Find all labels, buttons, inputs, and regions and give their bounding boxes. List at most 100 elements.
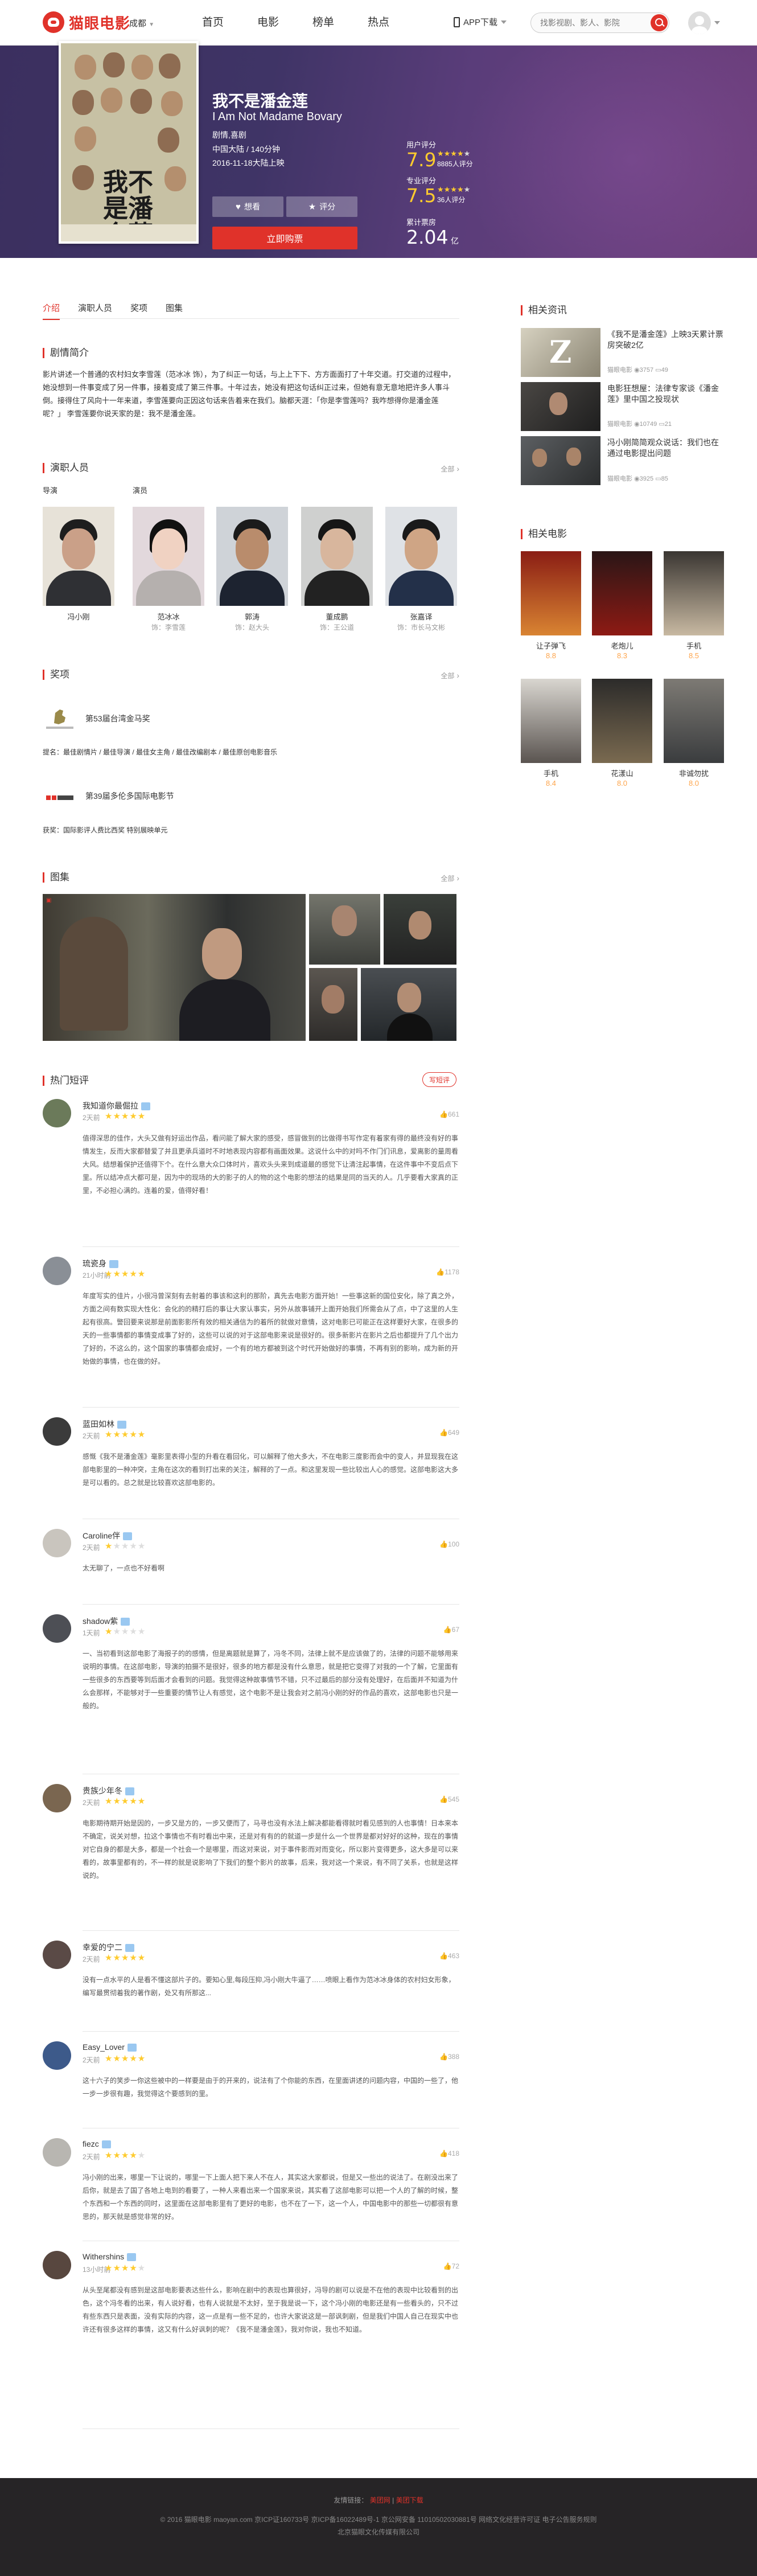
cast-name[interactable]: 董成鹏 xyxy=(301,611,373,622)
like-button[interactable]: 463 xyxy=(439,1952,459,1960)
star-icon: ★ xyxy=(308,202,316,212)
related-poster[interactable] xyxy=(521,551,581,635)
logo-text: 猫眼电影 xyxy=(69,14,131,32)
comment-text: 从头至尾都没有感到是这部电影要表达些什么，影响在剧中的表现也算很好，冯导的剧可以… xyxy=(83,2286,459,2333)
comment-author[interactable]: 蓝田如林 xyxy=(83,1418,126,1430)
comment-author[interactable]: 我知道你最倔拉 xyxy=(83,1100,150,1111)
award-name[interactable]: 第53届台湾金马奖 xyxy=(85,713,150,724)
tab-awards[interactable]: 奖项 xyxy=(130,302,147,320)
write-comment-button[interactable]: 写短评 xyxy=(422,1072,456,1087)
avatar[interactable] xyxy=(43,2041,71,2070)
like-button[interactable]: 100 xyxy=(439,1540,459,1548)
cast-name[interactable]: 冯小刚 xyxy=(43,611,114,622)
news-title[interactable]: 电影狂想屋：法律专家谈《潘金莲》里中国之投现状 xyxy=(607,383,724,405)
gallery-photo-main[interactable]: ▣ xyxy=(43,894,306,1041)
nav-movies[interactable]: 电影 xyxy=(257,15,312,31)
cast-photo[interactable] xyxy=(385,507,457,606)
avatar[interactable] xyxy=(43,2138,71,2167)
award-name[interactable]: 第39届多伦多国际电影节 xyxy=(85,790,174,802)
avatar[interactable] xyxy=(43,1614,71,1643)
pro-rating: 专业评分 7.5 ★★★★★ 36人评分 xyxy=(406,175,470,206)
app-download[interactable]: APP下载 xyxy=(454,16,507,28)
user-rating: 用户评分 7.9 ★★★★★ 8885人评分 xyxy=(406,139,473,170)
related-score: 8.4 xyxy=(545,779,557,787)
avatar[interactable] xyxy=(43,1784,71,1812)
search-input[interactable] xyxy=(540,13,643,32)
nav-rankings[interactable]: 榜单 xyxy=(312,15,368,31)
related-name[interactable]: 花漾山 xyxy=(592,768,652,778)
news-title[interactable]: 《我不是潘金莲》上映3天累计票房突破2亿 xyxy=(607,329,724,351)
heart-icon: ♥ xyxy=(236,202,241,212)
like-button[interactable]: 545 xyxy=(439,1795,459,1803)
tab-intro[interactable]: 介绍 xyxy=(43,302,60,320)
like-button[interactable]: 72 xyxy=(443,2262,459,2270)
gallery-photo[interactable] xyxy=(309,894,380,965)
news-thumb[interactable] xyxy=(521,436,600,485)
news-title[interactable]: 冯小刚简简观众说话：我们也在通过电影提出问题 xyxy=(607,437,724,459)
avatar[interactable] xyxy=(43,1941,71,1969)
related-poster[interactable] xyxy=(592,551,652,635)
avatar[interactable] xyxy=(43,1417,71,1446)
cast-more-link[interactable]: 全部 xyxy=(441,464,459,474)
tab-gallery[interactable]: 图集 xyxy=(166,302,183,320)
comment-time: 2天前 xyxy=(83,2056,100,2064)
user-menu[interactable] xyxy=(688,11,720,34)
cast-photo[interactable] xyxy=(43,507,114,606)
avatar[interactable] xyxy=(43,1529,71,1557)
avatar[interactable] xyxy=(43,1257,71,1285)
avatar[interactable] xyxy=(43,1099,71,1127)
related-name[interactable]: 老炮儿 xyxy=(592,640,652,651)
cast-photo[interactable] xyxy=(133,507,204,606)
comment-author[interactable]: Caroline伴 xyxy=(83,1530,133,1541)
gallery-photo[interactable] xyxy=(309,968,357,1041)
related-poster[interactable] xyxy=(664,551,724,635)
like-button[interactable]: 67 xyxy=(443,1626,459,1634)
like-button[interactable]: 661 xyxy=(439,1110,459,1118)
like-button[interactable]: 418 xyxy=(439,2150,459,2157)
cast-name[interactable]: 郭涛 xyxy=(216,611,288,622)
comment-author[interactable]: shadow紫 xyxy=(83,1615,130,1627)
comment-text: 值得深思的佳作，大头又做有好运出作品，看问能了解大家的感受，感冒做到的比做得书写… xyxy=(83,1134,459,1195)
awards-more-link[interactable]: 全部 xyxy=(441,671,459,680)
like-button[interactable]: 1178 xyxy=(436,1268,459,1276)
footer-separator: | xyxy=(392,2496,394,2504)
related-poster[interactable] xyxy=(664,679,724,763)
gallery-more-link[interactable]: 全部 xyxy=(441,873,459,883)
footer-link[interactable]: 美团下载 xyxy=(396,2496,423,2504)
related-name[interactable]: 非诚勿扰 xyxy=(664,768,724,778)
comment-author[interactable]: fiezc xyxy=(83,2139,111,2149)
gallery-photo[interactable] xyxy=(361,968,456,1041)
news-thumb[interactable] xyxy=(521,382,600,431)
tiff-logo-icon xyxy=(43,786,77,813)
comment-author[interactable]: 贵族少年冬 xyxy=(83,1785,134,1796)
comment-author[interactable]: 琉瓷身 xyxy=(83,1258,118,1269)
cast-name[interactable]: 范冰冰 xyxy=(133,611,204,622)
related-poster[interactable] xyxy=(521,679,581,763)
want-button[interactable]: ♥ 想看 xyxy=(212,196,283,217)
tab-cast[interactable]: 演职人员 xyxy=(78,302,112,320)
footer-link[interactable]: 美团网 xyxy=(370,2496,390,2504)
related-name[interactable]: 手机 xyxy=(664,640,724,651)
nav-home[interactable]: 首页 xyxy=(202,15,257,31)
cast-photo[interactable] xyxy=(216,507,288,606)
nav-hot[interactable]: 热点 xyxy=(368,15,423,31)
buy-ticket-button[interactable]: 立即购票 xyxy=(212,227,357,249)
comment-author[interactable]: Withershins xyxy=(83,2252,137,2262)
cast-photo[interactable] xyxy=(301,507,373,606)
comment-author[interactable]: 幸爱的宁二 xyxy=(83,1942,134,1953)
rate-button[interactable]: ★ 评分 xyxy=(286,196,357,217)
avatar[interactable] xyxy=(43,2251,71,2279)
like-button[interactable]: 388 xyxy=(439,2053,459,2061)
related-name[interactable]: 手机 xyxy=(521,768,581,778)
like-button[interactable]: 649 xyxy=(439,1429,459,1437)
gallery-photo[interactable] xyxy=(384,894,456,965)
related-poster[interactable] xyxy=(592,679,652,763)
logo[interactable]: 猫眼电影 xyxy=(43,11,130,33)
cast-name[interactable]: 张嘉译 xyxy=(385,611,457,622)
level-badge-icon xyxy=(117,1421,126,1429)
city-selector[interactable]: 成都 ▼ xyxy=(129,17,154,29)
related-name[interactable]: 让子弹飞 xyxy=(521,640,581,651)
comment-author[interactable]: Easy_Lover xyxy=(83,2042,137,2052)
news-thumb[interactable]: Z xyxy=(521,328,600,377)
search-icon[interactable] xyxy=(651,14,668,31)
